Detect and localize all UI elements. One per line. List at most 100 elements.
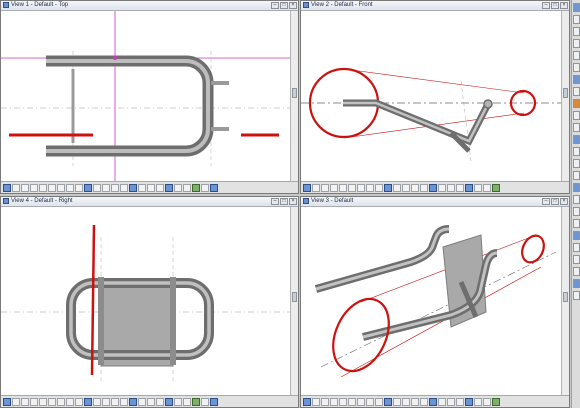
scale-tool-icon[interactable] (572, 171, 580, 180)
fit-all-icon[interactable] (57, 183, 65, 192)
wireframe-icon[interactable] (366, 397, 374, 406)
zoom-icon[interactable] (12, 183, 20, 192)
viewport-front[interactable]: View 2 - Default - Front – □ × (300, 0, 570, 194)
view-menu-icon[interactable] (303, 183, 311, 192)
view-menu-icon[interactable] (303, 397, 311, 406)
fit-all-icon[interactable] (357, 397, 365, 406)
layer-icon[interactable] (129, 397, 137, 406)
maximize-button[interactable]: □ (551, 198, 559, 205)
axis-icon[interactable] (474, 397, 482, 406)
hidden-line-icon[interactable] (375, 183, 383, 192)
minimize-button[interactable]: – (542, 2, 550, 9)
select-icon[interactable] (138, 397, 146, 406)
fit-all-icon[interactable] (57, 397, 65, 406)
display-icon[interactable] (465, 183, 473, 192)
mirror-tool-icon[interactable] (572, 123, 580, 132)
select-icon[interactable] (438, 183, 446, 192)
camera-icon[interactable] (456, 397, 464, 406)
vertical-scrollbar[interactable] (290, 207, 298, 395)
measure-icon[interactable] (183, 183, 191, 192)
ortho-icon[interactable] (120, 183, 128, 192)
section-icon[interactable] (201, 183, 209, 192)
sphere-tool-icon[interactable] (572, 15, 580, 24)
ortho-icon[interactable] (420, 397, 428, 406)
maximize-button[interactable]: □ (551, 2, 559, 9)
display-icon[interactable] (165, 183, 173, 192)
vertical-scrollbar[interactable] (561, 207, 569, 395)
zoom-icon[interactable] (312, 183, 320, 192)
axis-icon[interactable] (474, 183, 482, 192)
rotate-icon[interactable] (339, 397, 347, 406)
grid-icon[interactable] (402, 397, 410, 406)
rotate-tool-icon[interactable] (572, 159, 580, 168)
zoom-window-icon[interactable] (321, 397, 329, 406)
move-tool-icon[interactable] (572, 147, 580, 156)
help-tool-icon[interactable] (572, 291, 580, 300)
shade-icon[interactable] (384, 183, 392, 192)
fillet-tool-icon[interactable] (572, 111, 580, 120)
snap-icon[interactable] (111, 183, 119, 192)
viewport-right[interactable]: View 4 - Default - Right – □ × (0, 196, 299, 408)
viewport-top[interactable]: View 1 - Default - Top – □ × (0, 0, 299, 194)
zoom-icon[interactable] (12, 397, 20, 406)
torus-tool-icon[interactable] (572, 63, 580, 72)
wireframe-icon[interactable] (366, 183, 374, 192)
zoom-window-icon[interactable] (321, 183, 329, 192)
viewport-canvas[interactable] (301, 11, 563, 181)
help-icon[interactable] (210, 183, 218, 192)
fit-icon[interactable] (348, 183, 356, 192)
maximize-button[interactable]: □ (280, 2, 288, 9)
minimize-button[interactable]: – (271, 198, 279, 205)
ortho-icon[interactable] (120, 397, 128, 406)
light-icon[interactable] (147, 397, 155, 406)
wireframe-icon[interactable] (66, 397, 74, 406)
axis-icon[interactable] (174, 397, 182, 406)
grid-icon[interactable] (402, 183, 410, 192)
zoom-icon[interactable] (312, 397, 320, 406)
axis-icon[interactable] (174, 183, 182, 192)
view-menu-icon[interactable] (3, 397, 11, 406)
viewport-titlebar[interactable]: View 2 - Default - Front – □ × (301, 1, 569, 11)
hidden-line-icon[interactable] (375, 397, 383, 406)
light-tool-icon[interactable] (572, 219, 580, 228)
vertical-scrollbar[interactable] (561, 11, 569, 181)
pan-icon[interactable] (30, 397, 38, 406)
measure-icon[interactable] (183, 397, 191, 406)
boolean-tool-icon[interactable] (572, 99, 580, 108)
hidden-line-icon[interactable] (75, 183, 83, 192)
light-icon[interactable] (447, 183, 455, 192)
dimension-tool-icon[interactable] (572, 183, 580, 192)
material-icon[interactable] (192, 397, 200, 406)
snap-icon[interactable] (411, 397, 419, 406)
layer-tool-icon[interactable] (572, 207, 580, 216)
layer-icon[interactable] (429, 183, 437, 192)
rotate-icon[interactable] (39, 397, 47, 406)
ortho-icon[interactable] (420, 183, 428, 192)
viewport-canvas[interactable] (301, 207, 563, 395)
maximize-button[interactable]: □ (280, 198, 288, 205)
light-icon[interactable] (447, 397, 455, 406)
wireframe-icon[interactable] (66, 183, 74, 192)
layer-icon[interactable] (429, 397, 437, 406)
select-icon[interactable] (138, 183, 146, 192)
pan-icon[interactable] (330, 183, 338, 192)
measure-icon[interactable] (483, 183, 491, 192)
viewport-canvas[interactable] (1, 207, 291, 395)
minimize-button[interactable]: – (271, 2, 279, 9)
help-icon[interactable] (210, 397, 218, 406)
fit-icon[interactable] (348, 397, 356, 406)
close-button[interactable]: × (289, 2, 297, 9)
select-icon[interactable] (438, 397, 446, 406)
display-icon[interactable] (465, 397, 473, 406)
vertical-scrollbar[interactable] (290, 11, 298, 181)
snap-icon[interactable] (411, 183, 419, 192)
shade-icon[interactable] (84, 397, 92, 406)
close-button[interactable]: × (289, 198, 297, 205)
fit-icon[interactable] (48, 183, 56, 192)
layer-icon[interactable] (129, 183, 137, 192)
sweep-tool-icon[interactable] (572, 87, 580, 96)
minimize-button[interactable]: – (542, 198, 550, 205)
zoom-window-icon[interactable] (21, 183, 29, 192)
viewport-titlebar[interactable]: View 1 - Default - Top – □ × (1, 1, 298, 11)
light-icon[interactable] (147, 183, 155, 192)
